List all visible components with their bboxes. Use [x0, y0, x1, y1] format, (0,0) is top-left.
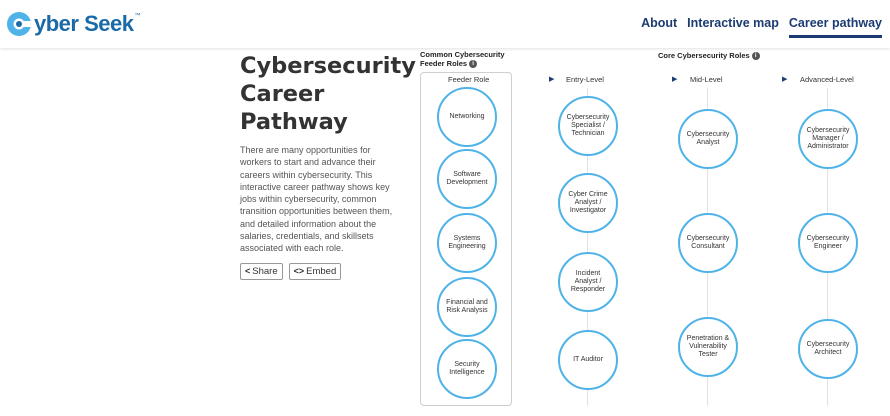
role-label: Systems Engineering — [448, 235, 486, 250]
role-label: Cybersecurity Manager / Administrator — [806, 127, 850, 150]
role-node-cybersecurity-engineer[interactable]: Cybersecurity Engineer — [798, 213, 858, 273]
mid-level-label: Mid-Level — [690, 75, 723, 84]
role-label: Software Development — [446, 171, 488, 186]
action-buttons: < Share <> Embed — [240, 262, 400, 280]
role-label: Penetration & Vulnerability Tester — [686, 335, 730, 358]
role-label: Cybersecurity Specialist / Technician — [566, 114, 610, 137]
role-node-it-auditor[interactable]: IT Auditor — [558, 330, 618, 390]
arrow-right-icon: ▶ — [782, 76, 788, 83]
arrow-right-icon: ▶ — [672, 76, 678, 83]
nav-career-pathway[interactable]: Career pathway — [788, 16, 882, 38]
embed-button[interactable]: <> Embed — [288, 262, 342, 280]
logo-trademark: ™ — [134, 13, 141, 19]
nav-interactive-map[interactable]: Interactive map — [687, 16, 779, 38]
intro-panel: Cybersecurity Career Pathway There are m… — [240, 52, 416, 280]
role-node-cybersecurity-analyst[interactable]: Cybersecurity Analyst — [678, 109, 738, 169]
feeder-section-title: Common Cybersecurity Feeder Roles i — [420, 50, 505, 68]
role-label: Cyber Crime Analyst / Investigator — [568, 191, 608, 214]
main-nav: About Interactive map Career pathway — [641, 16, 882, 38]
role-node-security-intelligence[interactable]: Security Intelligence — [437, 339, 497, 399]
role-label: Security Intelligence — [449, 361, 485, 376]
logo-wordmark: yber Seek — [34, 11, 134, 36]
feeder-title-line2: Feeder Roles — [420, 58, 468, 68]
role-label: Cybersecurity Engineer — [806, 235, 850, 250]
logo-c-icon — [7, 12, 32, 36]
role-node-cybersecurity-consultant[interactable]: Cybersecurity Consultant — [678, 213, 738, 273]
role-label: Cybersecurity Architect — [806, 341, 850, 356]
role-node-cybersecurity-manager[interactable]: Cybersecurity Manager / Administrator — [798, 109, 858, 169]
info-icon[interactable]: i — [751, 52, 760, 61]
page-title: Cybersecurity Career Pathway — [240, 53, 416, 135]
role-label: Financial and Risk Analysis — [446, 299, 488, 314]
cyberseek-logo[interactable]: yber Seek ™ — [6, 9, 140, 39]
role-label: Cybersecurity Consultant — [686, 235, 730, 250]
core-title: Core Cybersecurity Roles — [658, 51, 750, 60]
role-label: Cybersecurity Analyst — [686, 131, 730, 146]
arrow-right-icon: ▶ — [549, 76, 555, 83]
role-node-cybersecurity-architect[interactable]: Cybersecurity Architect — [798, 319, 858, 379]
role-node-systems-engineering[interactable]: Systems Engineering — [437, 213, 497, 273]
page-description: There are many opportunities for workers… — [240, 145, 393, 254]
embed-label: Embed — [306, 265, 337, 277]
core-section-title: Core Cybersecurity Roles i — [658, 51, 760, 61]
feeder-column-label: Feeder Role — [448, 75, 490, 84]
entry-level-label: Entry-Level — [566, 75, 604, 84]
role-node-cybersecurity-specialist[interactable]: Cybersecurity Specialist / Technician — [558, 96, 618, 156]
role-node-software-development[interactable]: Software Development — [437, 149, 497, 209]
role-label: IT Auditor — [573, 356, 603, 363]
role-node-financial-risk-analysis[interactable]: Financial and Risk Analysis — [437, 277, 497, 337]
nav-about[interactable]: About — [641, 16, 677, 38]
share-label: Share — [252, 265, 278, 277]
role-node-incident-analyst[interactable]: Incident Analyst / Responder — [558, 252, 618, 312]
share-button[interactable]: < Share — [240, 262, 283, 280]
code-icon: <> — [293, 266, 305, 277]
role-node-networking[interactable]: Networking — [437, 87, 497, 147]
role-node-cyber-crime-analyst[interactable]: Cyber Crime Analyst / Investigator — [558, 173, 618, 233]
role-label: Networking — [449, 113, 485, 120]
role-node-penetration-tester[interactable]: Penetration & Vulnerability Tester — [678, 317, 738, 377]
info-icon[interactable]: i — [469, 59, 478, 68]
top-header: yber Seek ™ About Interactive map Career… — [0, 0, 890, 48]
advanced-level-label: Advanced-Level — [800, 75, 854, 84]
role-label: Incident Analyst / Responder — [570, 270, 606, 293]
share-icon: < — [245, 266, 251, 277]
